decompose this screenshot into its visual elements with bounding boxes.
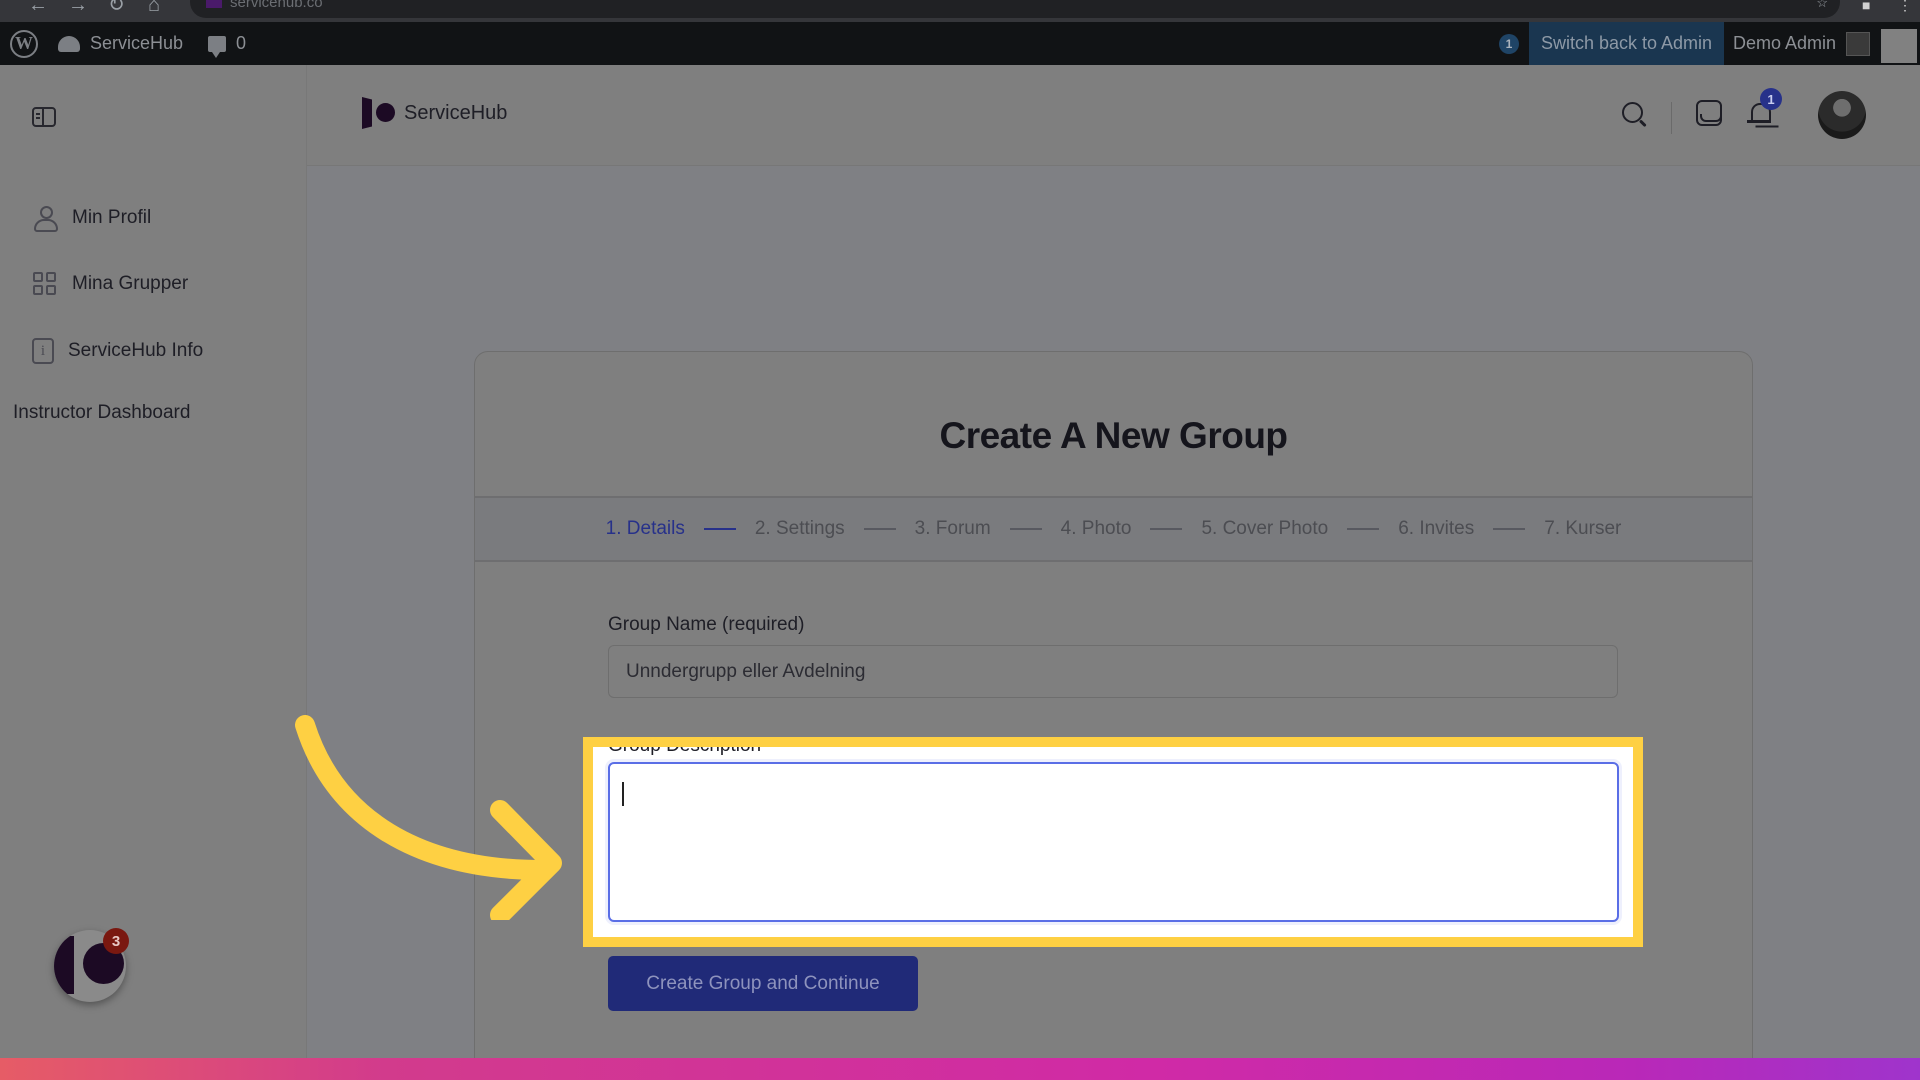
sidebar-item-label: ServiceHub Info bbox=[68, 340, 204, 361]
user-name: Demo Admin bbox=[1733, 33, 1837, 53]
sidebar-item-label: Mina Grupper bbox=[72, 273, 189, 294]
my-account-menu[interactable]: Demo Admin bbox=[1733, 22, 1871, 65]
sidebar-item-min-profil[interactable]: Min Profil bbox=[32, 205, 152, 232]
site-name-menu[interactable]: ServiceHub bbox=[58, 22, 183, 65]
bookmark-star-icon[interactable]: ☆ bbox=[1816, 0, 1828, 9]
step-settings[interactable]: 2. Settings bbox=[755, 518, 845, 540]
support-unread-badge: 3 bbox=[103, 928, 129, 954]
site-name: ServiceHub bbox=[90, 33, 184, 53]
browser-menu-icon[interactable]: ⋮ bbox=[1898, 0, 1912, 12]
group-description-label: Group Description bbox=[608, 747, 761, 761]
step-separator bbox=[863, 528, 896, 530]
comments-count: 0 bbox=[236, 33, 247, 53]
forward-icon[interactable]: → bbox=[68, 0, 88, 16]
header-divider bbox=[1671, 102, 1672, 134]
dashboard-icon bbox=[58, 35, 80, 52]
home-icon[interactable]: ⌂ bbox=[148, 0, 160, 16]
switch-back-to-admin-link[interactable]: Switch back to Admin bbox=[1529, 22, 1724, 65]
step-separator bbox=[1150, 528, 1183, 530]
brand-name: ServiceHub bbox=[404, 101, 508, 124]
brand-logo-link[interactable]: ServiceHub bbox=[362, 97, 507, 129]
instructor-dashboard-link[interactable]: Instructor Dashboard bbox=[13, 402, 190, 424]
wp-admin-bar: W ServiceHub 0 1 Switch back to Admin De… bbox=[0, 22, 1920, 65]
info-icon: i bbox=[32, 338, 54, 364]
step-photo[interactable]: 4. Photo bbox=[1061, 518, 1132, 540]
notification-count-badge: 1 bbox=[1499, 33, 1519, 54]
admin-notification[interactable]: 1 bbox=[1499, 22, 1519, 65]
step-separator bbox=[1493, 528, 1526, 530]
step-separator bbox=[1347, 528, 1380, 530]
wordpress-icon: W bbox=[10, 29, 38, 58]
brand-bar-icon bbox=[54, 936, 74, 994]
step-invites[interactable]: 6. Invites bbox=[1398, 518, 1474, 540]
comment-icon bbox=[208, 35, 226, 58]
create-group-and-continue-button[interactable]: Create Group and Continue bbox=[608, 956, 918, 1011]
step-forum[interactable]: 3. Forum bbox=[915, 518, 991, 540]
group-description-textarea[interactable] bbox=[608, 762, 1619, 922]
group-name-label: Group Name (required) bbox=[608, 614, 805, 635]
app-header: ServiceHub 1 bbox=[307, 65, 1920, 166]
sidebar-item-label: Min Profil bbox=[72, 207, 152, 228]
brand-logo-icon bbox=[362, 97, 395, 129]
url-text: servicehub.co bbox=[230, 0, 323, 11]
back-icon[interactable]: ← bbox=[28, 0, 48, 16]
admin-bar-extra-item[interactable] bbox=[1881, 29, 1917, 63]
page-title: Create A New Group bbox=[939, 415, 1288, 456]
user-avatar-small bbox=[1846, 31, 1871, 56]
step-navigation: 1. Details 2. Settings 3. Forum 4. Photo… bbox=[475, 496, 1752, 562]
sidebar-toggle-icon[interactable] bbox=[32, 107, 56, 127]
step-cover-photo[interactable]: 5. Cover Photo bbox=[1201, 518, 1328, 540]
bottom-gradient-strip bbox=[0, 1058, 1920, 1080]
notification-badge: 1 bbox=[1760, 88, 1782, 110]
group-name-input[interactable] bbox=[608, 645, 1618, 698]
annotation-arrow-icon bbox=[295, 715, 562, 920]
search-icon[interactable] bbox=[1620, 100, 1648, 128]
step-details[interactable]: 1. Details bbox=[606, 518, 685, 540]
step-separator bbox=[703, 528, 736, 530]
reload-icon[interactable]: ↻ bbox=[108, 0, 125, 16]
highlight-annotation-box: Group Description bbox=[583, 737, 1643, 947]
inbox-icon[interactable] bbox=[1696, 100, 1722, 126]
site-favicon bbox=[206, 0, 222, 8]
sidebar-item-mina-grupper[interactable]: Mina Grupper bbox=[32, 271, 188, 297]
wp-logo-menu[interactable]: W bbox=[10, 22, 38, 65]
extensions-icon[interactable]: ■ bbox=[1862, 0, 1870, 12]
grid-icon bbox=[32, 271, 58, 297]
text-caret bbox=[622, 782, 624, 806]
sidebar: Min Profil Mina Grupper i ServiceHub Inf… bbox=[0, 65, 307, 1058]
create-group-card: Create A New Group 1. Details 2. Setting… bbox=[474, 351, 1753, 1080]
step-kurser[interactable]: 7. Kurser bbox=[1544, 518, 1621, 540]
address-bar[interactable]: servicehub.co ☆ bbox=[190, 0, 1840, 18]
user-avatar[interactable] bbox=[1818, 91, 1866, 139]
sidebar-item-servicehub-info[interactable]: i ServiceHub Info bbox=[32, 338, 203, 364]
comments-menu[interactable]: 0 bbox=[208, 22, 246, 65]
step-separator bbox=[1009, 528, 1042, 530]
person-icon bbox=[32, 205, 58, 232]
browser-toolbar: ← → ↻ ⌂ servicehub.co ☆ ■ ⋮ bbox=[0, 0, 1920, 22]
